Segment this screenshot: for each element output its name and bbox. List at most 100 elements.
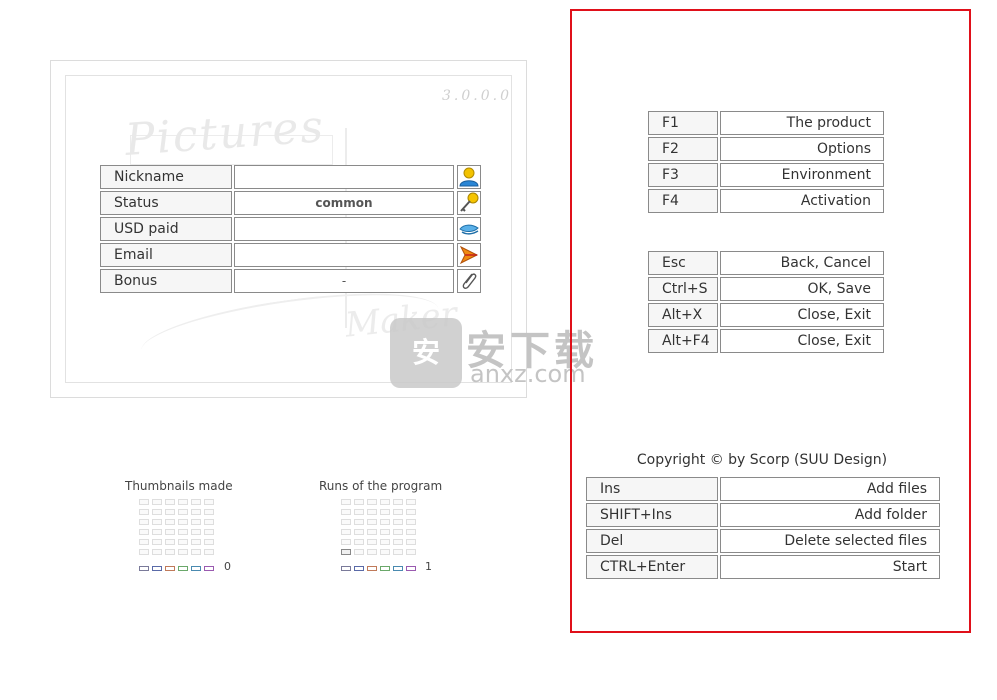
stat-cell xyxy=(341,519,351,525)
hotkey-key-del: Del xyxy=(586,529,718,553)
hotkey-key-f4: F4 xyxy=(648,189,718,213)
hotkey-action-environment[interactable]: Environment xyxy=(720,163,884,187)
hotkey-action-close-exit[interactable]: Close, Exit xyxy=(720,303,884,327)
stat-legend-cell xyxy=(380,566,390,571)
stat-cell xyxy=(354,549,364,555)
stat-cell xyxy=(165,519,175,525)
usd-paid-value xyxy=(234,217,454,241)
watermark-logo: 安 xyxy=(390,318,462,388)
stat-legend-cell xyxy=(393,566,403,571)
hotkey-action-add-files[interactable]: Add files xyxy=(720,477,940,501)
stat-cell xyxy=(380,549,390,555)
info-row-status: Status common xyxy=(100,191,482,215)
stat-cell xyxy=(406,549,416,555)
stat-legend-cell xyxy=(165,566,175,571)
hotkey-key-alt-x: Alt+X xyxy=(648,303,718,327)
info-row-nickname: Nickname xyxy=(100,165,482,189)
thumbnails-made-label: Thumbnails made xyxy=(125,479,233,493)
stat-cell xyxy=(165,539,175,545)
stat-legend-cell xyxy=(406,566,416,571)
stat-cell xyxy=(393,539,403,545)
stat-cell xyxy=(367,499,377,505)
hotkey-action-ok-save[interactable]: OK, Save xyxy=(720,277,884,301)
stat-cell xyxy=(139,499,149,505)
stat-cell xyxy=(204,529,214,535)
stat-cell xyxy=(354,519,364,525)
stat-cell xyxy=(139,519,149,525)
hotkey-key-esc: Esc xyxy=(648,251,718,275)
stat-cell xyxy=(367,519,377,525)
info-row-bonus: Bonus - xyxy=(100,269,482,293)
stat-cell xyxy=(191,509,201,515)
stat-cell xyxy=(367,529,377,535)
stat-cell xyxy=(341,509,351,515)
stat-cell xyxy=(406,539,416,545)
runs-of-program-label: Runs of the program xyxy=(319,479,443,493)
stat-legend-cell xyxy=(341,566,351,571)
status-value: common xyxy=(234,191,454,215)
stat-cell xyxy=(406,509,416,515)
stat-cell xyxy=(367,509,377,515)
hotkey-action-delete-selected-files[interactable]: Delete selected files xyxy=(720,529,940,553)
stat-cell xyxy=(191,529,201,535)
thumbnails-made-count: 0 xyxy=(224,560,231,573)
watermark-domain: anxz.com xyxy=(470,360,586,388)
stat-cell xyxy=(178,519,188,525)
user-icon[interactable] xyxy=(457,165,481,189)
stat-cell xyxy=(380,509,390,515)
info-label: Nickname xyxy=(100,165,232,189)
info-label: Email xyxy=(100,243,232,267)
stat-cell xyxy=(406,499,416,505)
hotkey-action-activation[interactable]: Activation xyxy=(720,189,884,213)
stat-cell xyxy=(178,509,188,515)
info-row-usd-paid: USD paid xyxy=(100,217,482,241)
stat-cell xyxy=(165,529,175,535)
money-icon[interactable] xyxy=(457,217,481,241)
hotkey-action-add-folder[interactable]: Add folder xyxy=(720,503,940,527)
stat-cell xyxy=(204,519,214,525)
bonus-value: - xyxy=(234,269,454,293)
hotkey-key-ins: Ins xyxy=(586,477,718,501)
stat-cell xyxy=(354,539,364,545)
about-page: Pictures Maker 3.0.0.0 Nickname Status c… xyxy=(0,0,997,700)
hotkey-key-alt-f4: Alt+F4 xyxy=(648,329,718,353)
hotkey-key-ctrl-s: Ctrl+S xyxy=(648,277,718,301)
stat-legend-cell xyxy=(152,566,162,571)
info-row-email: Email xyxy=(100,243,482,267)
stat-cell xyxy=(191,539,201,545)
stat-cell xyxy=(380,529,390,535)
stat-cell xyxy=(380,519,390,525)
watermark-glyph: 安 xyxy=(411,336,440,369)
email-value xyxy=(234,243,454,267)
runs-of-program-chart xyxy=(341,499,421,579)
paperclip-icon[interactable] xyxy=(457,269,481,293)
stat-cell xyxy=(139,529,149,535)
stat-cell xyxy=(178,539,188,545)
hotkey-action-start[interactable]: Start xyxy=(720,555,940,579)
stat-cell xyxy=(367,549,377,555)
stat-cell xyxy=(152,549,162,555)
stat-cell xyxy=(152,539,162,545)
stat-cell xyxy=(367,539,377,545)
stat-cell xyxy=(380,539,390,545)
stat-cell xyxy=(191,519,201,525)
stat-cell xyxy=(354,509,364,515)
hotkey-action-back-cancel[interactable]: Back, Cancel xyxy=(720,251,884,275)
key-icon[interactable] xyxy=(457,191,481,215)
stat-cell xyxy=(152,499,162,505)
hotkey-action-options[interactable]: Options xyxy=(720,137,884,161)
stat-cell xyxy=(178,549,188,555)
stat-cell xyxy=(406,529,416,535)
email-icon[interactable] xyxy=(457,243,481,267)
stat-cell xyxy=(204,549,214,555)
runs-of-program-count: 1 xyxy=(425,560,432,573)
hotkey-action-close-exit-alt[interactable]: Close, Exit xyxy=(720,329,884,353)
stat-cell xyxy=(191,499,201,505)
info-label: Status xyxy=(100,191,232,215)
hotkey-action-the-product[interactable]: The product xyxy=(720,111,884,135)
stat-cell xyxy=(341,549,351,555)
stat-cell xyxy=(178,499,188,505)
info-label: Bonus xyxy=(100,269,232,293)
stat-legend-cell xyxy=(204,566,214,571)
stat-cell xyxy=(354,529,364,535)
